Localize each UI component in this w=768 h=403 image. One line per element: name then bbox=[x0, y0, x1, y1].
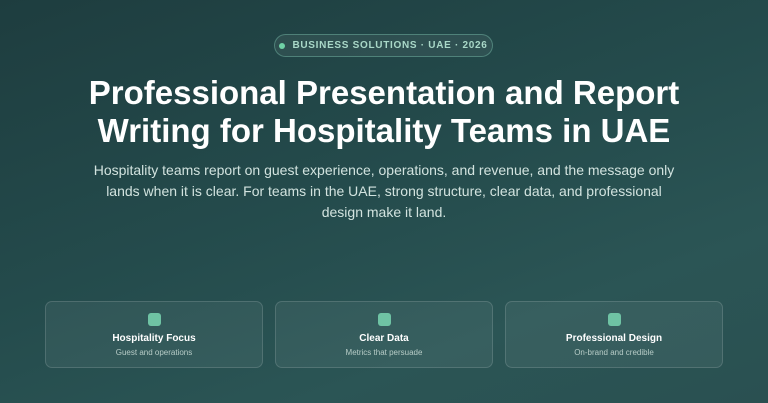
category-badge: BUSINESS SOLUTIONS · UAE · 2026 bbox=[274, 34, 493, 57]
hero-page: BUSINESS SOLUTIONS · UAE · 2026 Professi… bbox=[0, 0, 768, 403]
feature-card-subtitle: On-brand and credible bbox=[574, 348, 654, 357]
feature-card-title: Professional Design bbox=[565, 333, 663, 344]
badge-label: BUSINESS SOLUTIONS · UAE · 2026 bbox=[292, 40, 488, 51]
square-icon bbox=[608, 313, 621, 326]
square-icon bbox=[378, 313, 391, 326]
square-icon bbox=[148, 313, 161, 326]
feature-card-subtitle: Guest and operations bbox=[115, 348, 193, 357]
feature-card-professional-design: Professional Design On-brand and credibl… bbox=[505, 301, 723, 368]
page-title: Professional Presentation and Report Wri… bbox=[88, 74, 680, 149]
page-subtitle: Hospitality teams report on guest experi… bbox=[93, 162, 675, 220]
status-dot-icon bbox=[279, 42, 286, 49]
feature-card-title: Clear Data bbox=[359, 333, 409, 344]
feature-card-subtitle: Metrics that persuade bbox=[345, 348, 423, 357]
feature-card-title: Hospitality Focus bbox=[112, 333, 196, 344]
feature-cards: Hospitality Focus Guest and operations C… bbox=[45, 301, 723, 368]
feature-card-hospitality-focus: Hospitality Focus Guest and operations bbox=[45, 301, 263, 368]
feature-card-clear-data: Clear Data Metrics that persuade bbox=[275, 301, 493, 368]
